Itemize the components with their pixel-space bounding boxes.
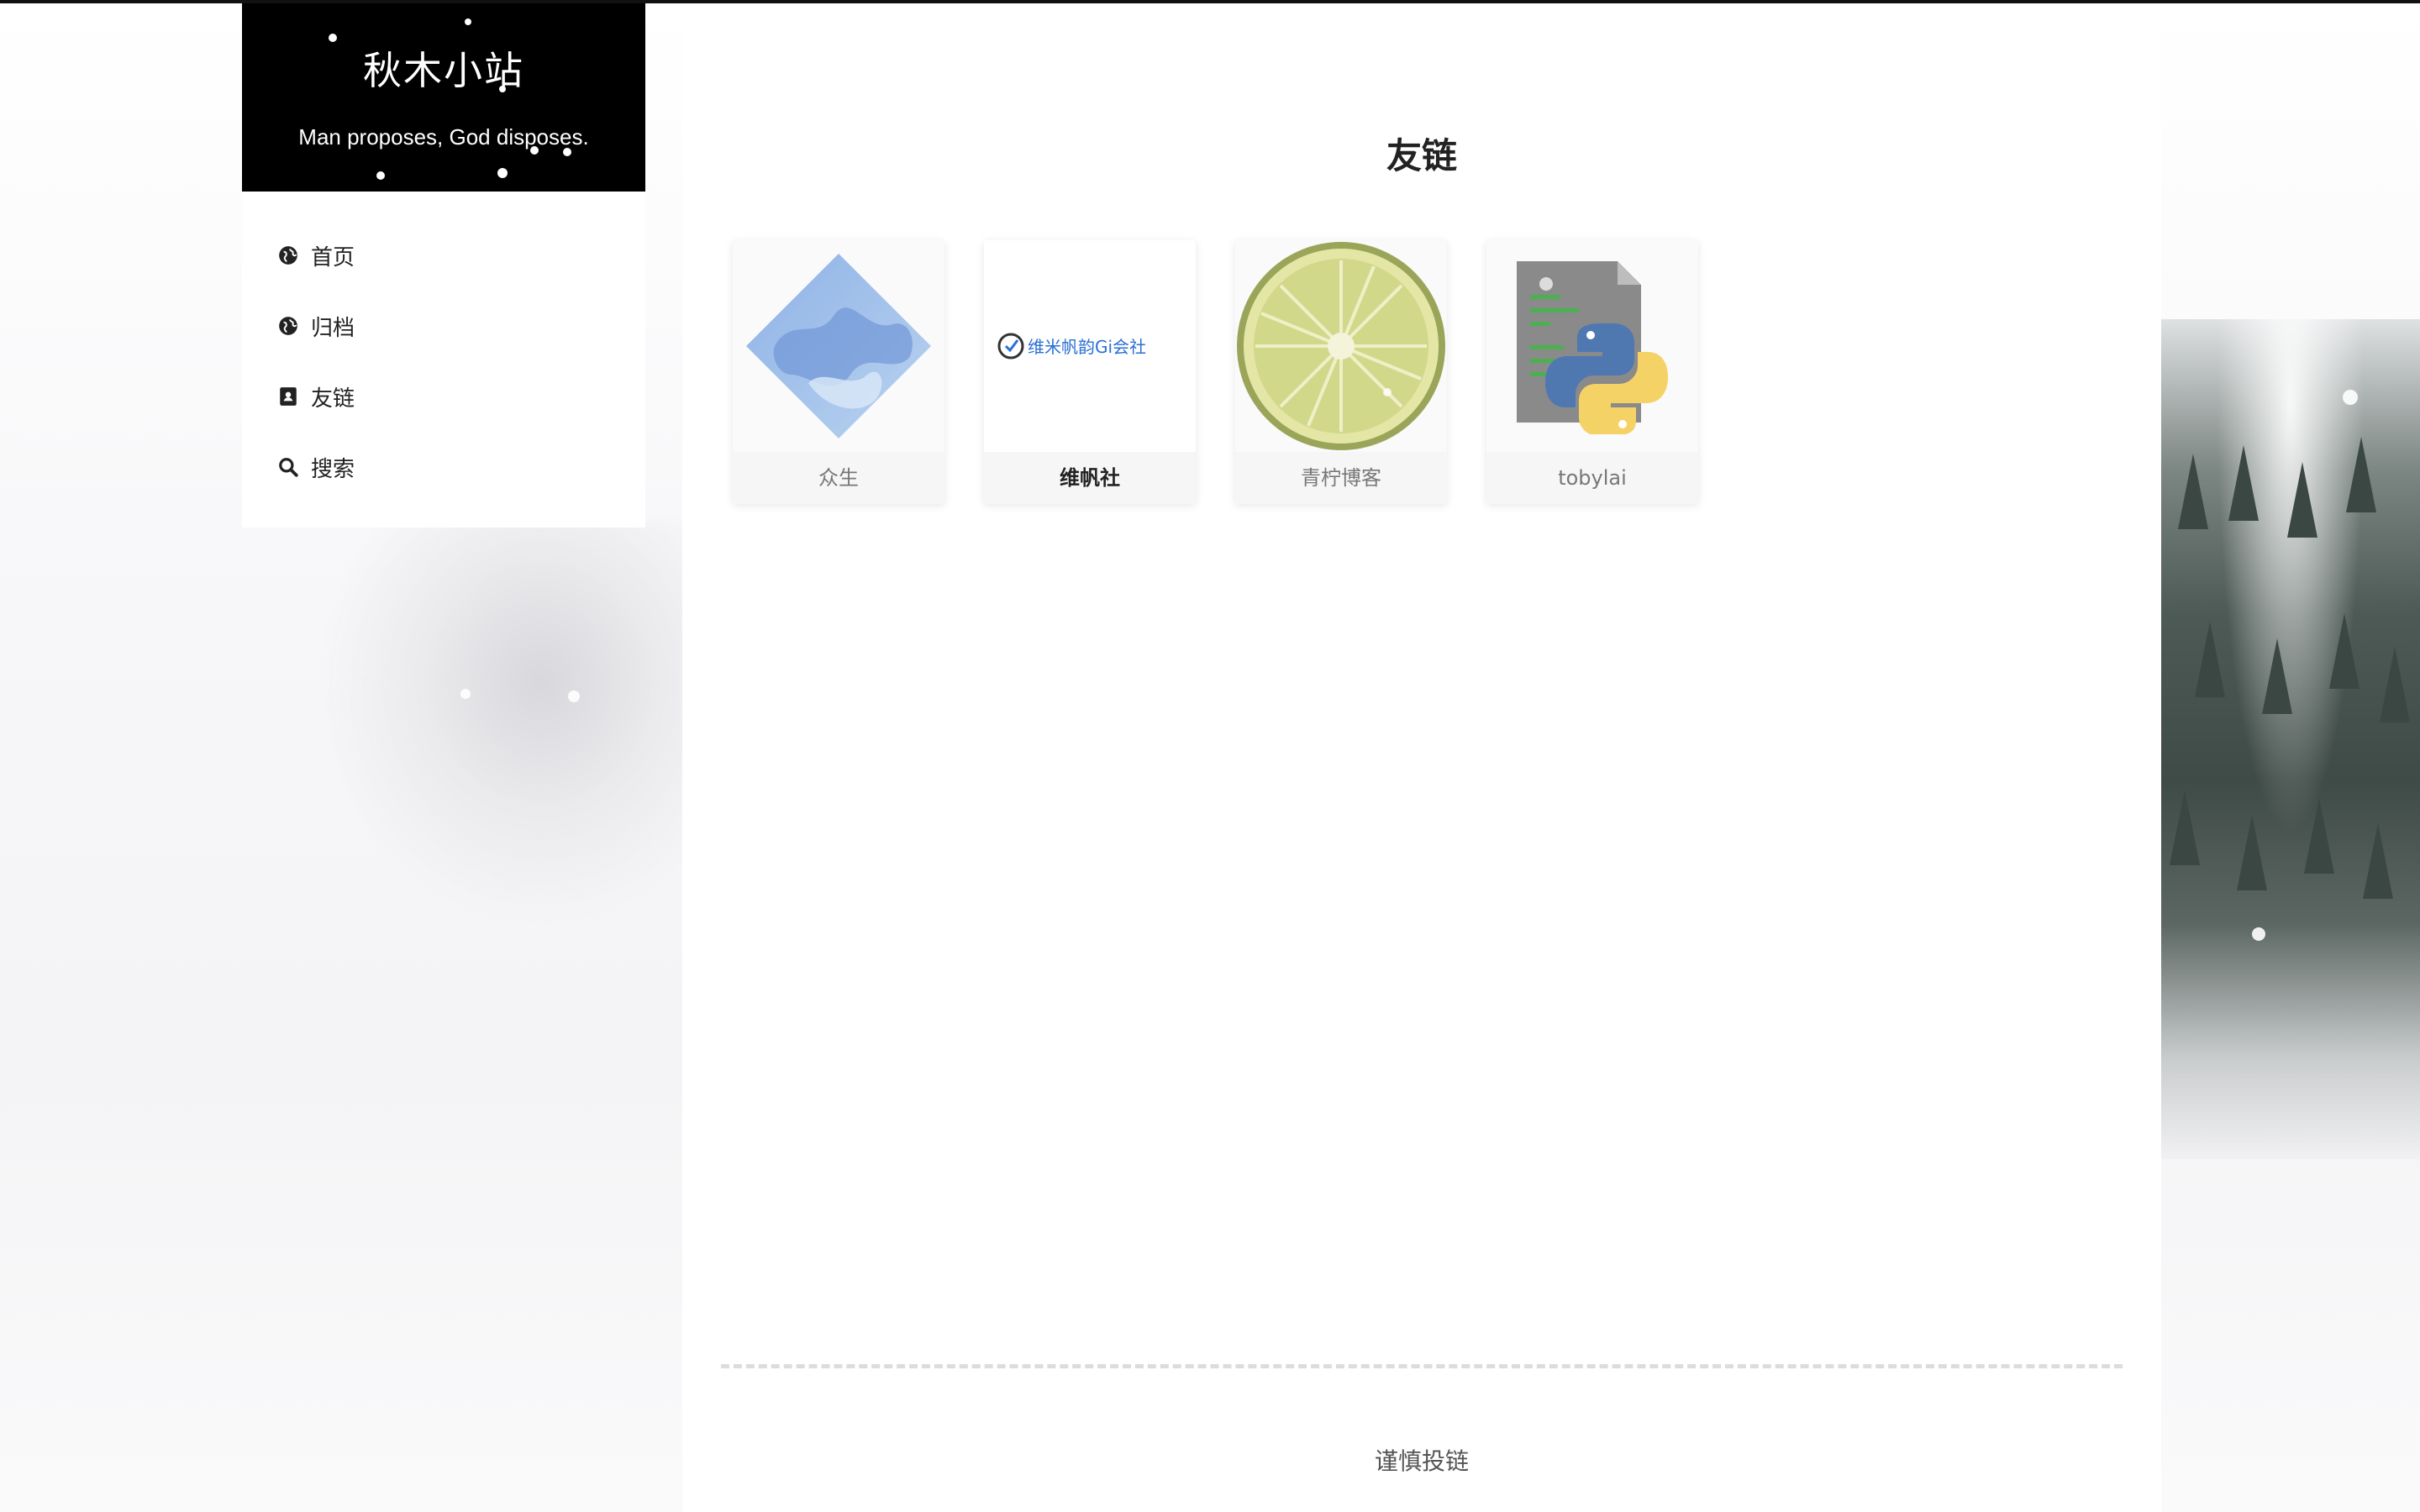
snowflake (2252, 927, 2265, 941)
weifan-logo: 维米帆韵Gi会社 (984, 240, 1196, 452)
lime-slice-image (1235, 240, 1447, 452)
content-divider (721, 1364, 2123, 1368)
main-content: 友链 (682, 3, 2161, 1512)
friend-link-name: 维帆社 (984, 452, 1196, 504)
nav-item-links[interactable]: 友链 (277, 380, 355, 413)
nav-item-label: 友链 (311, 385, 355, 411)
nav-item-label: 首页 (311, 244, 355, 270)
sidebar-nav: 首页 归档 友链 搜索 (277, 239, 355, 521)
fog-background (319, 521, 689, 924)
address-book-icon (277, 386, 299, 407)
nav-item-archive[interactable]: 归档 (277, 309, 355, 343)
globe-icon (277, 244, 299, 266)
friend-link-name: tobylai (1486, 452, 1698, 504)
search-icon (277, 456, 299, 478)
friend-link-card[interactable]: 众生 (733, 240, 944, 504)
snowflake (2343, 390, 2358, 405)
globe-icon (277, 315, 299, 337)
site-brand[interactable]: 秋木小站 Man proposes, God disposes. (242, 3, 645, 192)
snowflake (568, 690, 580, 702)
python-file-icon (1486, 240, 1698, 452)
page-title: 友链 (1386, 135, 1457, 176)
site-title[interactable]: 秋木小站 (242, 40, 645, 96)
site-subtitle: Man proposes, God disposes. (298, 124, 589, 150)
snowflake (1383, 388, 1392, 396)
friend-link-card[interactable]: 青柠博客 (1235, 240, 1447, 504)
nav-item-label: 归档 (311, 314, 355, 340)
snowflake (460, 689, 471, 699)
snowflake (1539, 277, 1553, 291)
weifan-logo-text: 维米帆韵Gi会社 (1028, 337, 1146, 357)
friend-link-card[interactable]: 维米帆韵Gi会社 维帆社 (984, 240, 1196, 504)
nav-item-home[interactable]: 首页 (277, 239, 355, 272)
blue-diamond-logo (733, 240, 944, 452)
friend-link-name: 青柠博客 (1235, 452, 1447, 504)
footer-note: 谨慎投链 (1374, 1447, 1469, 1475)
friend-link-card[interactable]: tobylai (1486, 240, 1698, 504)
nav-item-label: 搜索 (311, 455, 355, 481)
forest-background (2161, 319, 2420, 1159)
friend-link-name: 众生 (733, 452, 944, 504)
nav-item-search[interactable]: 搜索 (277, 450, 355, 484)
page: 秋木小站 Man proposes, God disposes. 首页 归档 友… (0, 0, 2420, 1512)
